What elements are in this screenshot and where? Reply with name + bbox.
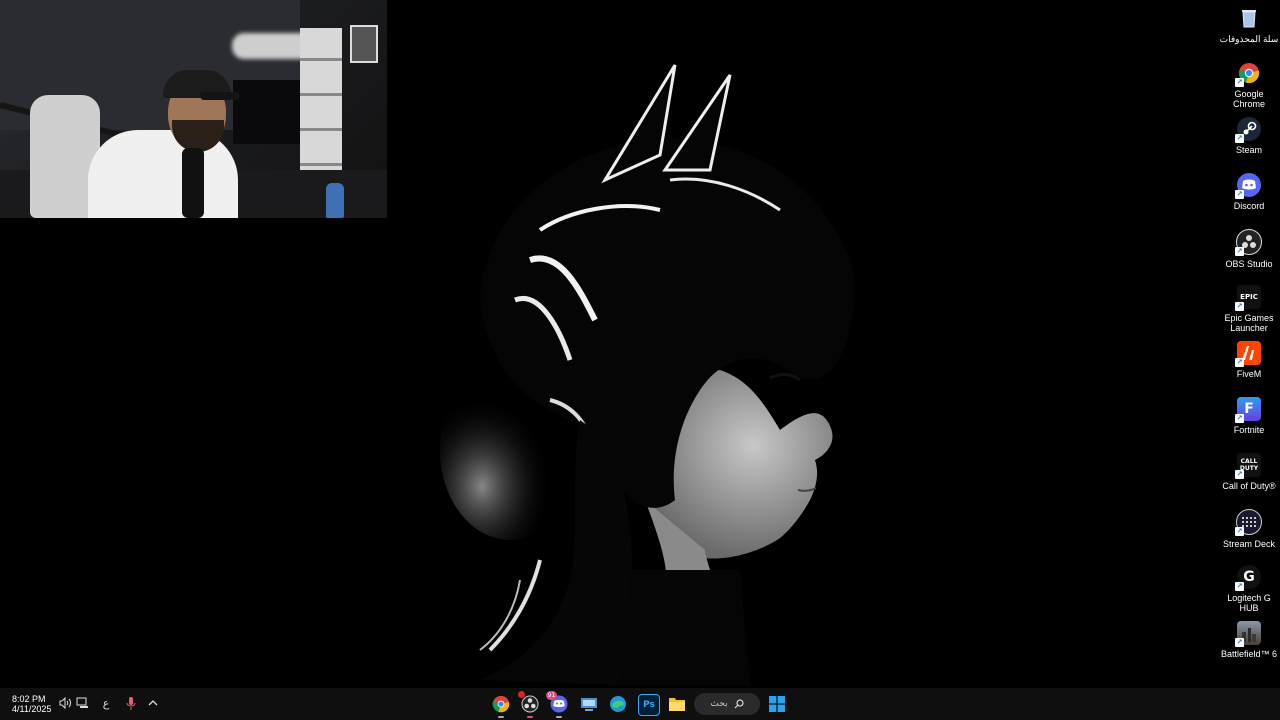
desktop-icon-obs-studio[interactable]: ↗ OBS Studio <box>1218 229 1280 269</box>
desktop-icon-label: سلة المحذوفات <box>1219 34 1279 44</box>
steam-icon: ↗ <box>1235 117 1261 143</box>
desktop-icon-battlefield[interactable]: ↗ Battlefield™ 6 <box>1218 621 1280 659</box>
taskbar-search[interactable]: بحث <box>694 693 760 715</box>
input-language-indicator[interactable]: ع <box>99 697 113 711</box>
notification-badge: 91 <box>546 691 557 700</box>
fivem-icon: ↗ <box>1235 341 1261 367</box>
wallpaper-art <box>440 64 855 685</box>
volume-icon[interactable] <box>58 696 72 711</box>
fortnite-icon: F ↗ <box>1235 397 1261 423</box>
start-button[interactable] <box>767 694 787 714</box>
taskbar-task-view[interactable] <box>579 694 599 714</box>
desktop-icon-label: FiveM <box>1236 369 1262 379</box>
taskbar-edge[interactable] <box>608 694 628 714</box>
desktop-icon-label: Fortnite <box>1233 425 1265 435</box>
taskbar: 8:02 PM 4/11/2025 ع 91 Ps بحث <box>0 688 1280 720</box>
desktop-icon-fivem[interactable]: ↗ FiveM <box>1218 341 1280 379</box>
desktop-icon-label: Logitech G HUB <box>1227 593 1271 613</box>
logitech-g-hub-icon: G ↗ <box>1235 565 1261 591</box>
edge-icon <box>610 696 626 712</box>
running-indicator <box>527 716 533 718</box>
clock-time: 8:02 PM <box>12 694 46 704</box>
desktop-icon-stream-deck[interactable]: ↗ Stream Deck <box>1218 509 1280 549</box>
desktop-icon-logitech-g-hub[interactable]: G ↗ Logitech G HUB <box>1218 565 1280 613</box>
desktop-icon-label: Epic Games Launcher <box>1224 313 1274 333</box>
desktop-icon-steam[interactable]: ↗ Steam <box>1218 117 1280 155</box>
desktop-icon-epic-games[interactable]: EPIC ↗ Epic Games Launcher <box>1218 285 1280 333</box>
taskbar-discord[interactable]: 91 <box>546 691 569 718</box>
desktop-icon-label: Stream Deck <box>1222 539 1275 549</box>
taskbar-obs[interactable] <box>518 691 540 718</box>
running-indicator <box>556 716 562 718</box>
clock-date: 4/11/2025 <box>12 704 52 714</box>
microphone-icon[interactable] <box>124 697 138 711</box>
recording-dot <box>518 691 525 698</box>
desktop-icon-label: Google Chrome <box>1232 89 1265 109</box>
obs-icon: ↗ <box>1235 229 1262 256</box>
windows-logo-icon <box>769 696 785 712</box>
show-hidden-icons-chevron-icon[interactable] <box>146 697 160 711</box>
photoshop-icon: Ps <box>643 700 655 710</box>
desktop-icon-label: Call of Duty® <box>1222 481 1276 491</box>
taskbar-chrome[interactable] <box>491 694 511 718</box>
desktop-icon-recycle-bin[interactable]: سلة المحذوفات <box>1218 6 1280 44</box>
file-explorer-icon <box>669 698 685 711</box>
obs-icon <box>521 695 539 713</box>
chrome-icon: ↗ <box>1235 61 1261 87</box>
chrome-icon <box>492 695 510 713</box>
desktop-icon-call-of-duty[interactable]: CALL DUTY ↗ Call of Duty® <box>1218 453 1280 491</box>
taskbar-clock[interactable]: 8:02 PM 4/11/2025 <box>12 694 51 714</box>
stream-deck-icon: ↗ <box>1235 509 1262 536</box>
desktop-icon-fortnite[interactable]: F ↗ Fortnite <box>1218 397 1280 435</box>
search-label: بحث <box>710 699 728 709</box>
search-icon <box>734 699 744 709</box>
task-view-icon <box>581 698 597 711</box>
taskbar-photoshop[interactable]: Ps <box>638 694 660 716</box>
battlefield-icon: ↗ <box>1235 621 1261 647</box>
desktop-icon-label: Battlefield™ 6 <box>1220 649 1278 659</box>
desktop-icon-label: OBS Studio <box>1225 259 1273 269</box>
desktop-icon-discord[interactable]: ↗ Discord <box>1218 173 1280 211</box>
webcam-overlay <box>0 0 387 218</box>
call-of-duty-icon: CALL DUTY ↗ <box>1235 453 1261 479</box>
recycle-bin-icon <box>1237 6 1261 30</box>
network-icon[interactable] <box>75 697 89 711</box>
desktop-icon-chrome[interactable]: ↗ Google Chrome <box>1218 61 1280 109</box>
taskbar-file-explorer[interactable] <box>667 694 687 714</box>
desktop-icon-label: Discord <box>1233 201 1265 211</box>
running-indicator <box>498 716 504 718</box>
discord-icon: ↗ <box>1235 173 1261 199</box>
epic-games-icon: EPIC ↗ <box>1235 285 1261 311</box>
desktop-icon-label: Steam <box>1235 145 1262 155</box>
